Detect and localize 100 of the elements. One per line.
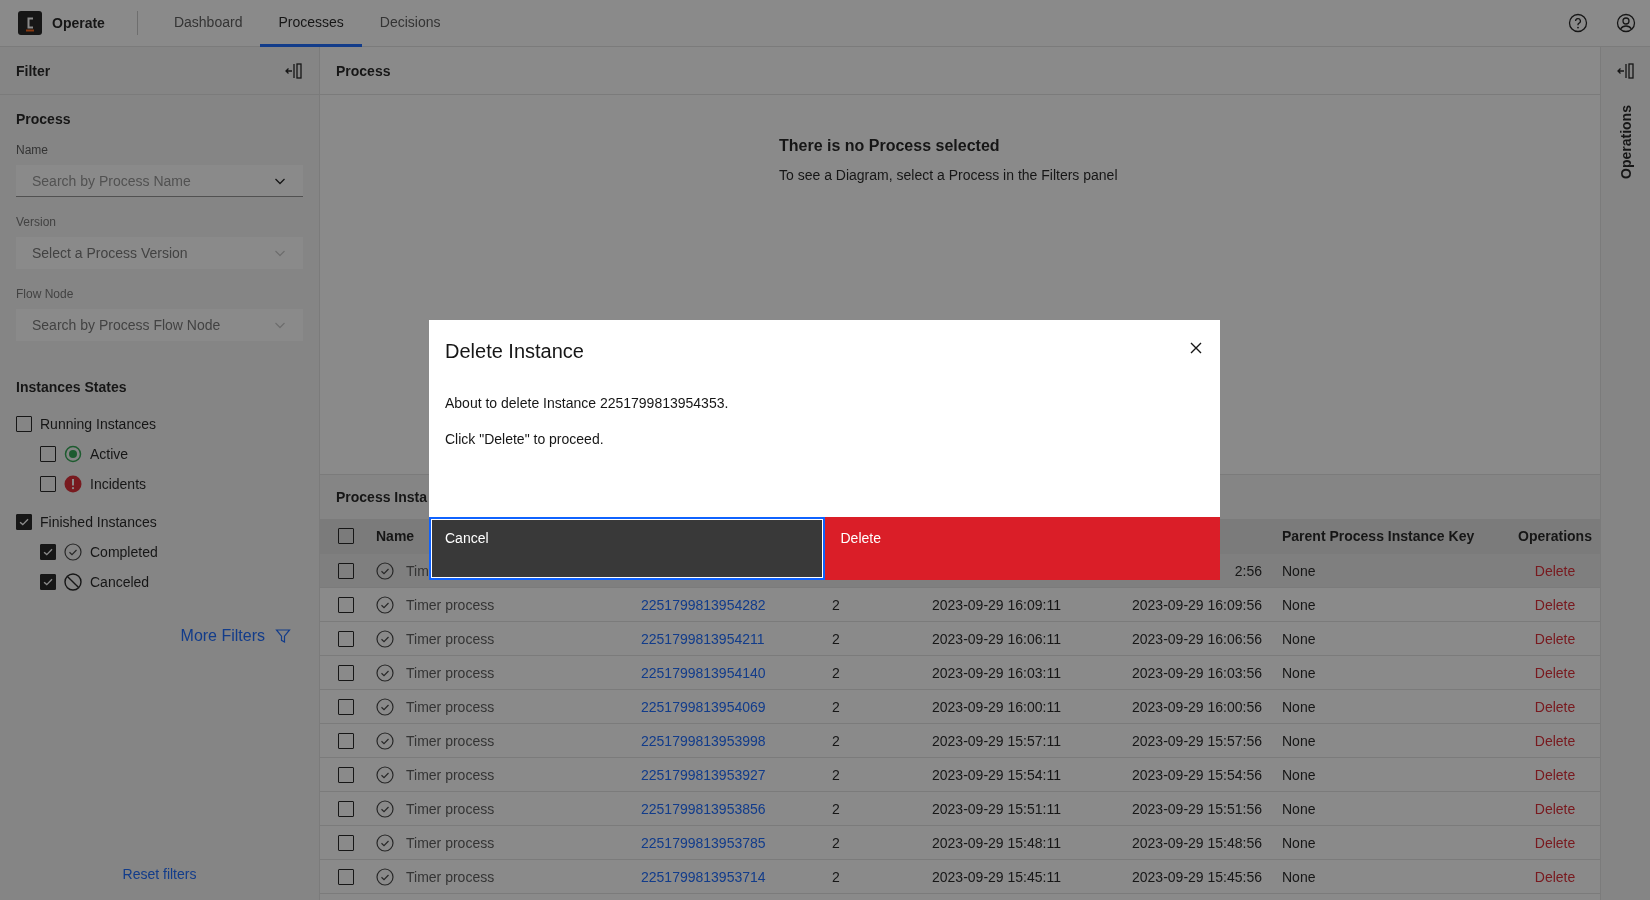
process-name: Timer process [406, 630, 495, 647]
dropdown-field[interactable]: Search by Process Name [16, 165, 303, 197]
checkbox[interactable] [40, 544, 56, 560]
delete-link[interactable]: Delete [1534, 800, 1576, 817]
field-label: Version [16, 215, 58, 229]
column-header: Operations [1518, 528, 1592, 544]
checkbox[interactable] [338, 800, 354, 817]
help-icon[interactable] [1568, 13, 1588, 33]
expand-icon[interactable] [1616, 62, 1635, 80]
delete-link[interactable]: Delete [1534, 834, 1576, 851]
checkbox[interactable] [338, 630, 354, 647]
parent-key: None [1282, 800, 1316, 817]
parent-key: None [1282, 698, 1316, 715]
delete-link[interactable]: Delete [1534, 562, 1576, 579]
end-date: 2:56 [1234, 562, 1262, 579]
process-name: Timer process [406, 664, 495, 681]
dialog-text: Click "Delete" to proceed. [445, 431, 605, 447]
field-label: Flow Node [16, 287, 75, 301]
parent-key: None [1282, 630, 1316, 647]
delete-link[interactable]: Delete [1534, 630, 1576, 647]
checkbox[interactable] [338, 664, 354, 681]
instance-key-link[interactable]: 2251799813953927 [641, 766, 766, 783]
instance-key-link[interactable]: 2251799813953856 [641, 800, 766, 817]
instance-key-link[interactable]: 2251799813954069 [641, 698, 766, 715]
delete-link[interactable]: Delete [1534, 868, 1576, 885]
instance-key-link[interactable]: 2251799813954211 [641, 630, 765, 647]
check-circle-icon [376, 697, 394, 716]
start-date: 2023-09-29 16:00:11 [932, 698, 1061, 715]
checkbox[interactable] [338, 766, 354, 783]
start-date: 2023-09-29 16:09:11 [932, 596, 1061, 613]
checkbox[interactable] [338, 698, 354, 715]
parent-key: None [1282, 834, 1316, 851]
end-date: 2023-09-29 15:51:56 [1132, 800, 1262, 817]
checkbox-label: Canceled [90, 574, 150, 590]
end-date: 2023-09-29 15:57:56 [1132, 732, 1262, 749]
end-date: 2023-09-29 15:45:56 [1132, 868, 1262, 885]
empty-state-text: To see a Diagram, select a Process in the Filters panel [779, 167, 1119, 183]
start-date: 2023-09-29 15:54:11 [932, 766, 1061, 783]
instance-key-link[interactable]: 2251799813953714 [641, 868, 766, 885]
start-date: 2023-09-29 15:57:11 [932, 732, 1061, 749]
warning-icon [64, 475, 82, 493]
checkbox[interactable] [40, 446, 56, 462]
operations-panel-tab[interactable]: Operations [1617, 105, 1634, 179]
checkbox[interactable] [338, 562, 354, 579]
delete-button[interactable]: Delete [824, 517, 1220, 580]
check-circle-icon [376, 595, 394, 614]
nav-tab[interactable]: Decisions [361, 0, 459, 47]
delete-link[interactable]: Delete [1534, 664, 1576, 681]
process-name: Timer process [406, 766, 495, 783]
instance-key-link[interactable]: 2251799813953785 [641, 834, 766, 851]
end-date: 2023-09-29 15:48:56 [1132, 834, 1262, 851]
checkbox[interactable] [338, 528, 354, 544]
user-icon[interactable] [1616, 13, 1636, 33]
canceled-icon [64, 573, 82, 591]
parent-key: None [1282, 562, 1316, 579]
checkbox[interactable] [40, 574, 56, 590]
empty-state-title: There is no Process selected [779, 137, 1001, 155]
checkbox[interactable] [338, 868, 354, 885]
collapse-icon[interactable] [285, 61, 303, 80]
instance-key-link[interactable]: 2251799813953998 [641, 732, 766, 749]
delete-link[interactable]: Delete [1534, 698, 1576, 715]
parent-key: None [1282, 664, 1316, 681]
version-cell: 2 [832, 664, 840, 681]
process-name: Timer process [406, 698, 495, 715]
delete-link[interactable]: Delete [1534, 732, 1576, 749]
checkbox[interactable] [338, 834, 354, 851]
instance-key-link[interactable]: 2251799813954140 [641, 664, 766, 681]
logo-icon [18, 11, 42, 35]
process-name: Timer process [406, 868, 495, 885]
check-circle-icon [376, 561, 394, 580]
cancel-button[interactable]: Cancel [429, 517, 825, 580]
parent-key: None [1282, 766, 1316, 783]
end-date: 2023-09-29 16:00:56 [1132, 698, 1262, 715]
dialog-title: Delete Instance [445, 340, 584, 363]
delete-link[interactable]: Delete [1534, 766, 1576, 783]
version-cell: 2 [832, 630, 840, 647]
process-name: Timer process [406, 800, 495, 817]
section-title: Process [16, 111, 72, 127]
filter-icon[interactable] [275, 628, 291, 644]
more-filters-link[interactable]: More Filters [180, 627, 265, 645]
delete-link[interactable]: Delete [1534, 596, 1576, 613]
check-circle-icon [376, 731, 394, 750]
checkbox[interactable] [16, 514, 32, 530]
version-cell: 2 [832, 800, 840, 817]
start-date: 2023-09-29 15:45:11 [932, 868, 1061, 885]
check-circle-icon [376, 663, 394, 682]
version-cell: 2 [832, 596, 840, 613]
instance-key-link[interactable]: 2251799813954282 [641, 596, 766, 613]
start-date: 2023-09-29 15:48:11 [932, 834, 1061, 851]
column-header[interactable]: Parent Process Instance Key [1282, 528, 1475, 544]
checkbox[interactable] [338, 596, 354, 613]
close-icon[interactable] [1188, 340, 1204, 356]
nav-tab[interactable]: Dashboard [155, 0, 261, 47]
version-cell: 2 [832, 834, 840, 851]
reset-filters-link[interactable]: Reset filters [122, 866, 197, 882]
check-circle-icon [376, 833, 394, 852]
column-header[interactable]: Name [376, 528, 415, 544]
checkbox[interactable] [338, 732, 354, 749]
checkbox[interactable] [16, 416, 32, 432]
checkbox[interactable] [40, 476, 56, 492]
